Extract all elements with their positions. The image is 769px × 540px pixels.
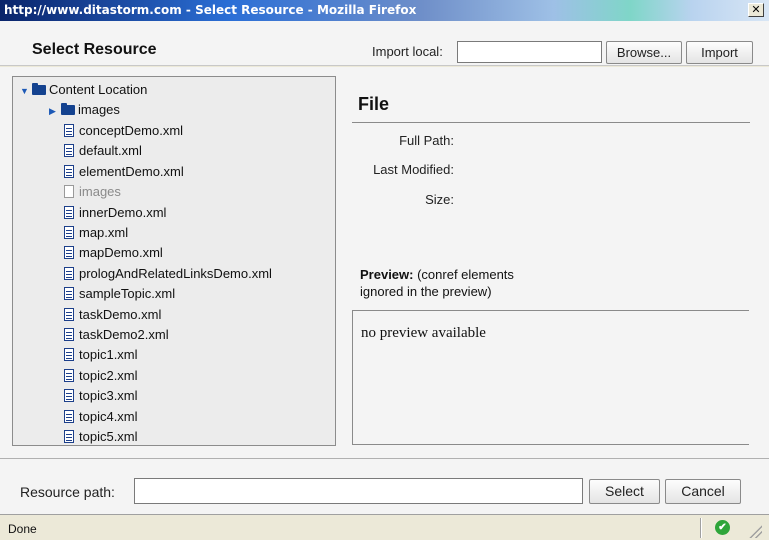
select-button[interactable]: Select [589, 479, 660, 504]
tree-item-label: images [79, 184, 121, 199]
window-app-name: - Mozilla Firefox [307, 3, 417, 17]
tree-item[interactable]: default.xml [64, 141, 142, 161]
document-icon [64, 287, 74, 300]
document-icon [64, 165, 74, 178]
document-icon [64, 267, 74, 280]
tree-item[interactable]: innerDemo.xml [64, 203, 166, 223]
page-title: Select Resource [32, 41, 157, 58]
tree-item[interactable]: taskDemo2.xml [64, 325, 169, 345]
window-dialog-title: Select Resource [195, 3, 304, 17]
document-icon [64, 430, 74, 443]
tree-item-label: elementDemo.xml [79, 164, 184, 179]
tree-item[interactable]: topic2.xml [64, 366, 138, 386]
blank-document-icon [64, 185, 74, 198]
document-icon [64, 410, 74, 423]
tree-item-label: taskDemo.xml [79, 307, 162, 322]
tree-item-label: topic3.xml [79, 388, 138, 403]
tree-item[interactable]: conceptDemo.xml [64, 121, 183, 141]
document-icon [64, 348, 74, 361]
divider [352, 122, 750, 123]
preview-pane: no preview available [352, 310, 749, 445]
tree-item[interactable]: images [64, 182, 121, 202]
tree-item[interactable]: prologAndRelatedLinksDemo.xml [64, 264, 272, 284]
tree-item-label: sampleTopic.xml [79, 286, 176, 301]
tree-item-label: topic4.xml [79, 409, 138, 424]
close-icon[interactable]: ✕ [748, 3, 764, 17]
tree-item[interactable]: elementDemo.xml [64, 162, 184, 182]
tree-item[interactable]: topic4.xml [64, 407, 138, 427]
tree-item[interactable]: topic5.xml [64, 427, 138, 447]
last-modified-label: Last Modified: [373, 162, 454, 177]
main-area: ▼ Content Location ▶ images conceptDemo.xm… [0, 67, 769, 458]
dialog-footer: Resource path: Select Cancel [0, 458, 769, 514]
document-icon [64, 144, 74, 157]
resource-path-label: Resource path: [20, 484, 115, 500]
window-url: http://www.ditastorm.com - [4, 3, 196, 17]
tree-item[interactable]: map.xml [64, 223, 128, 243]
document-icon [64, 206, 74, 219]
file-heading: File [358, 94, 390, 114]
document-icon [64, 369, 74, 382]
check-icon: ✔ [715, 520, 730, 535]
tree-item-label: innerDemo.xml [79, 205, 167, 220]
document-icon [64, 246, 74, 259]
preview-caption: Preview: (conref elements ignored in the… [360, 266, 560, 300]
tree-item-label: conceptDemo.xml [79, 123, 184, 138]
preview-title: Preview: [360, 267, 414, 282]
folder-icon [61, 103, 75, 115]
tree-item-label: map.xml [79, 225, 129, 240]
window-title-bar: http://www.ditastorm.com - Select Resour… [0, 0, 769, 21]
expand-down-icon[interactable]: ▼ [20, 81, 32, 101]
preview-empty-message: no preview available [361, 325, 486, 341]
resource-path-input[interactable] [134, 478, 583, 504]
tree-item[interactable]: topic1.xml [64, 345, 138, 365]
dialog-header: Select Resource Import local: Browse... … [0, 21, 769, 66]
tree-item[interactable]: taskDemo.xml [64, 305, 161, 325]
import-local-input[interactable] [457, 41, 602, 63]
import-local-label: Import local: [372, 44, 443, 59]
document-icon [64, 308, 74, 321]
status-bar: Done ✔ [0, 514, 769, 540]
tree-item-folder-images[interactable]: ▶ images [49, 100, 120, 120]
tree-item-label: topic1.xml [79, 347, 138, 362]
document-icon [64, 226, 74, 239]
size-label: Size: [425, 192, 454, 207]
resize-grip-icon[interactable] [748, 524, 762, 538]
tree-item-label: mapDemo.xml [79, 245, 163, 260]
tree-item[interactable]: sampleTopic.xml [64, 284, 175, 304]
tree-item-label: prologAndRelatedLinksDemo.xml [79, 266, 272, 281]
tree-item[interactable]: mapDemo.xml [64, 243, 163, 263]
document-icon [64, 389, 74, 402]
tree-item-label: topic5.xml [79, 429, 138, 444]
document-icon [64, 124, 74, 137]
document-icon [64, 328, 74, 341]
cancel-button[interactable]: Cancel [665, 479, 741, 504]
status-text: Done [8, 522, 37, 536]
expand-right-icon[interactable]: ▶ [49, 101, 61, 121]
tree-item-label: taskDemo2.xml [79, 327, 169, 342]
full-path-label: Full Path: [399, 133, 454, 148]
tree-root-label: Content Location [49, 82, 148, 97]
tree-item-label: default.xml [79, 143, 142, 158]
status-divider [700, 518, 702, 538]
tree-item-label: topic2.xml [79, 368, 138, 383]
resource-tree: ▼ Content Location ▶ images conceptDemo.xm… [12, 76, 336, 446]
tree-item-label: images [78, 102, 120, 117]
folder-icon [32, 83, 46, 95]
browse-button[interactable]: Browse... [606, 41, 682, 64]
tree-root[interactable]: ▼ Content Location [20, 80, 147, 100]
tree-item[interactable]: topic3.xml [64, 386, 138, 406]
import-button[interactable]: Import [686, 41, 753, 64]
